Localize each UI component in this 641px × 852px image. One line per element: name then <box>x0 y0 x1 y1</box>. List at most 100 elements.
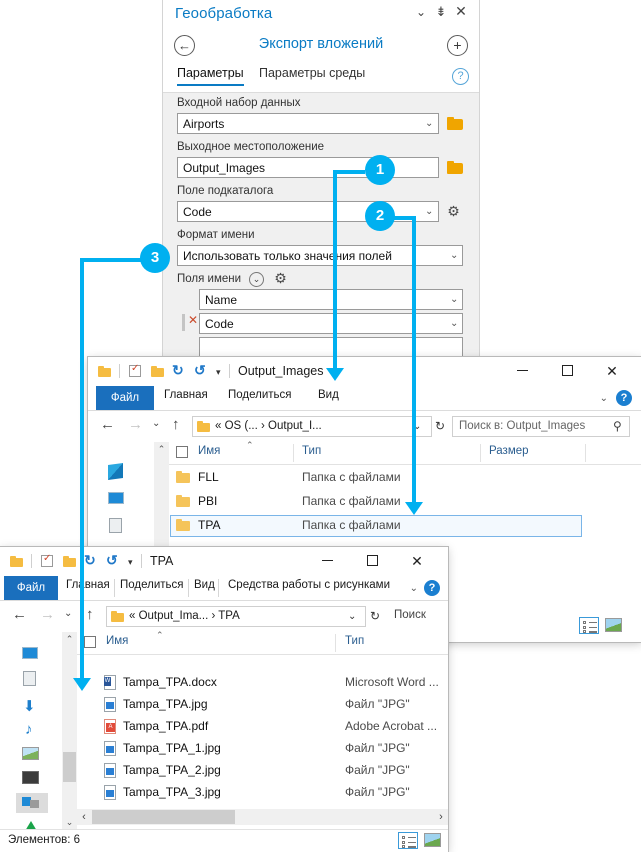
window2-help-icon[interactable]: ? <box>424 580 440 596</box>
window2-tab-share[interactable]: Поделиться <box>120 579 184 591</box>
name-field-row-1-remove-icon[interactable]: ✕ <box>188 313 198 327</box>
name-field-row-1-handle[interactable] <box>182 314 185 331</box>
window1-properties-icon[interactable] <box>129 363 141 377</box>
close-icon[interactable]: ✕ <box>453 3 469 19</box>
window2-navpane-scrollbar[interactable]: ⌃ ⌄ <box>62 632 77 830</box>
downloads-icon[interactable]: ⬇ <box>23 697 36 715</box>
window1-tab-file[interactable]: Файл <box>96 386 154 410</box>
window1-back-icon[interactable]: ← <box>100 416 115 433</box>
name-fields-gear-icon[interactable]: ⚙ <box>273 271 288 286</box>
window2-forward-icon[interactable]: → <box>40 606 55 623</box>
window1-colsep-1[interactable] <box>293 444 294 462</box>
window1-qat-more-icon[interactable]: ▾ <box>216 367 221 378</box>
window2-address-bar[interactable]: « Output_Ima... › TPA <box>106 606 366 627</box>
window2-column-type[interactable]: Тип <box>345 635 364 647</box>
window2-hscroll-thumb[interactable] <box>92 810 235 824</box>
window2-minimize-button[interactable] <box>307 547 347 575</box>
desktop-icon[interactable] <box>22 647 38 659</box>
window2-hscroll-left-icon[interactable]: ‹ <box>77 811 91 823</box>
documents-icon[interactable] <box>109 518 122 533</box>
window2-refresh-icon[interactable]: ↻ <box>370 609 380 623</box>
chevron-down-icon[interactable]: ⌄ <box>413 4 429 20</box>
window2-horizontal-scrollbar[interactable]: ‹ › <box>77 809 448 825</box>
window2-qat-more-icon[interactable]: ▾ <box>128 557 133 568</box>
window1-forward-icon[interactable]: → <box>128 416 143 433</box>
window1-search-input[interactable]: Поиск в: Output_Images <box>452 416 630 437</box>
name-field-row-1-dropdown-icon[interactable]: ⌄ <box>450 318 458 329</box>
window1-column-name[interactable]: Имя <box>198 445 220 457</box>
window1-column-type[interactable]: Тип <box>302 445 321 457</box>
window2-tab-home[interactable]: Главная <box>66 579 110 591</box>
desktop-icon[interactable] <box>108 492 124 504</box>
help-icon[interactable]: ? <box>452 68 469 85</box>
window2-search-input[interactable]: Поиск <box>388 606 444 627</box>
window2-recent-icon[interactable]: ⌄ <box>64 608 72 619</box>
window1-tab-view[interactable]: Вид <box>318 389 339 401</box>
window1-large-icons-view-button[interactable] <box>604 617 624 634</box>
window2-properties-icon[interactable] <box>41 553 53 567</box>
name-field-row-1[interactable]: Code <box>199 313 463 334</box>
window1-details-view-button[interactable] <box>579 617 599 634</box>
window1-newfolder-icon[interactable] <box>151 366 164 377</box>
window2-redo-icon[interactable]: ↻ <box>84 552 96 569</box>
window2-navpane-scroll-thumb[interactable] <box>63 752 76 782</box>
window1-colsep-3[interactable] <box>585 444 586 462</box>
videos-icon[interactable] <box>22 771 39 784</box>
window2-address-dropdown-icon[interactable]: ⌄ <box>348 611 356 622</box>
window2-navpane-scroll-down-icon[interactable]: ⌄ <box>62 817 77 828</box>
window1-tab-share[interactable]: Поделиться <box>228 389 292 401</box>
window2-close-button[interactable]: ✕ <box>397 547 437 575</box>
input-dataset-browse-icon[interactable] <box>447 117 463 130</box>
network-item-highlight[interactable] <box>16 793 48 813</box>
music-icon[interactable]: ♪ <box>25 721 33 738</box>
pin-icon[interactable]: ⇟ <box>433 4 449 20</box>
window1-refresh-icon[interactable]: ↻ <box>435 419 445 433</box>
window2-maximize-button[interactable] <box>352 547 392 575</box>
tab-environments[interactable]: Параметры среды <box>259 66 365 80</box>
window1-up-icon[interactable]: ↑ <box>172 416 180 433</box>
input-dataset-field[interactable]: Airports <box>177 113 439 134</box>
name-fields-expand-icon[interactable]: ⌄ <box>249 272 264 287</box>
pictures-icon[interactable] <box>22 747 39 760</box>
window2-select-all-checkbox[interactable] <box>84 636 96 648</box>
tab-parameters[interactable]: Параметры <box>177 66 244 86</box>
window1-redo-icon[interactable]: ↻ <box>172 362 184 379</box>
table-row[interactable]: FLL <box>198 470 219 484</box>
window2-colsep-1[interactable] <box>335 634 336 652</box>
subdirectory-dropdown-icon[interactable]: ⌄ <box>425 206 433 217</box>
window2-tab-view[interactable]: Вид <box>194 579 215 591</box>
name-field-row-2[interactable] <box>199 337 463 358</box>
window2-undo-icon[interactable]: ↺ <box>106 552 118 569</box>
window2-hscroll-right-icon[interactable]: › <box>434 811 448 823</box>
window1-column-size[interactable]: Размер <box>489 445 529 457</box>
window1-select-all-checkbox[interactable] <box>176 446 188 458</box>
add-icon[interactable]: + <box>447 35 468 56</box>
name-format-field[interactable]: Использовать только значения полей <box>177 245 463 266</box>
output-location-field[interactable]: Output_Images <box>177 157 439 178</box>
window2-contextual-tab-picture-tools[interactable]: Средства работы с рисунками <box>228 579 390 591</box>
window2-up-icon[interactable]: ↑ <box>86 606 94 623</box>
search-icon[interactable]: ⚲ <box>613 419 622 433</box>
name-field-row-0[interactable]: Name <box>199 289 463 310</box>
window1-navpane-scroll-up-icon[interactable]: ⌃ <box>154 444 169 455</box>
output-location-browse-icon[interactable] <box>447 161 463 174</box>
window1-address-bar[interactable]: « OS (... › Output_I... <box>192 416 432 437</box>
window1-maximize-button[interactable] <box>547 357 587 385</box>
window2-navpane-scroll-up-icon[interactable]: ⌃ <box>62 634 77 645</box>
window1-help-icon[interactable]: ? <box>616 390 632 406</box>
window1-undo-icon[interactable]: ↺ <box>194 362 206 379</box>
window2-back-icon[interactable]: ← <box>12 606 27 623</box>
documents-icon[interactable] <box>23 671 36 686</box>
window2-large-icons-view-button[interactable] <box>423 832 443 849</box>
onedrive-icon[interactable] <box>108 462 123 481</box>
window1-tab-home[interactable]: Главная <box>164 389 208 401</box>
window2-newfolder-icon[interactable] <box>63 556 76 567</box>
input-dataset-dropdown-icon[interactable]: ⌄ <box>425 118 433 129</box>
window2-ribbon-expand-icon[interactable]: ⌄ <box>410 583 418 594</box>
window1-colsep-2[interactable] <box>480 444 481 462</box>
window2-column-name[interactable]: Имя <box>106 635 128 647</box>
table-row[interactable]: PBI <box>198 494 217 508</box>
window1-minimize-button[interactable] <box>502 357 542 385</box>
subdirectory-gear-icon[interactable]: ⚙ <box>446 204 461 219</box>
window1-ribbon-expand-icon[interactable]: ⌄ <box>600 393 608 404</box>
